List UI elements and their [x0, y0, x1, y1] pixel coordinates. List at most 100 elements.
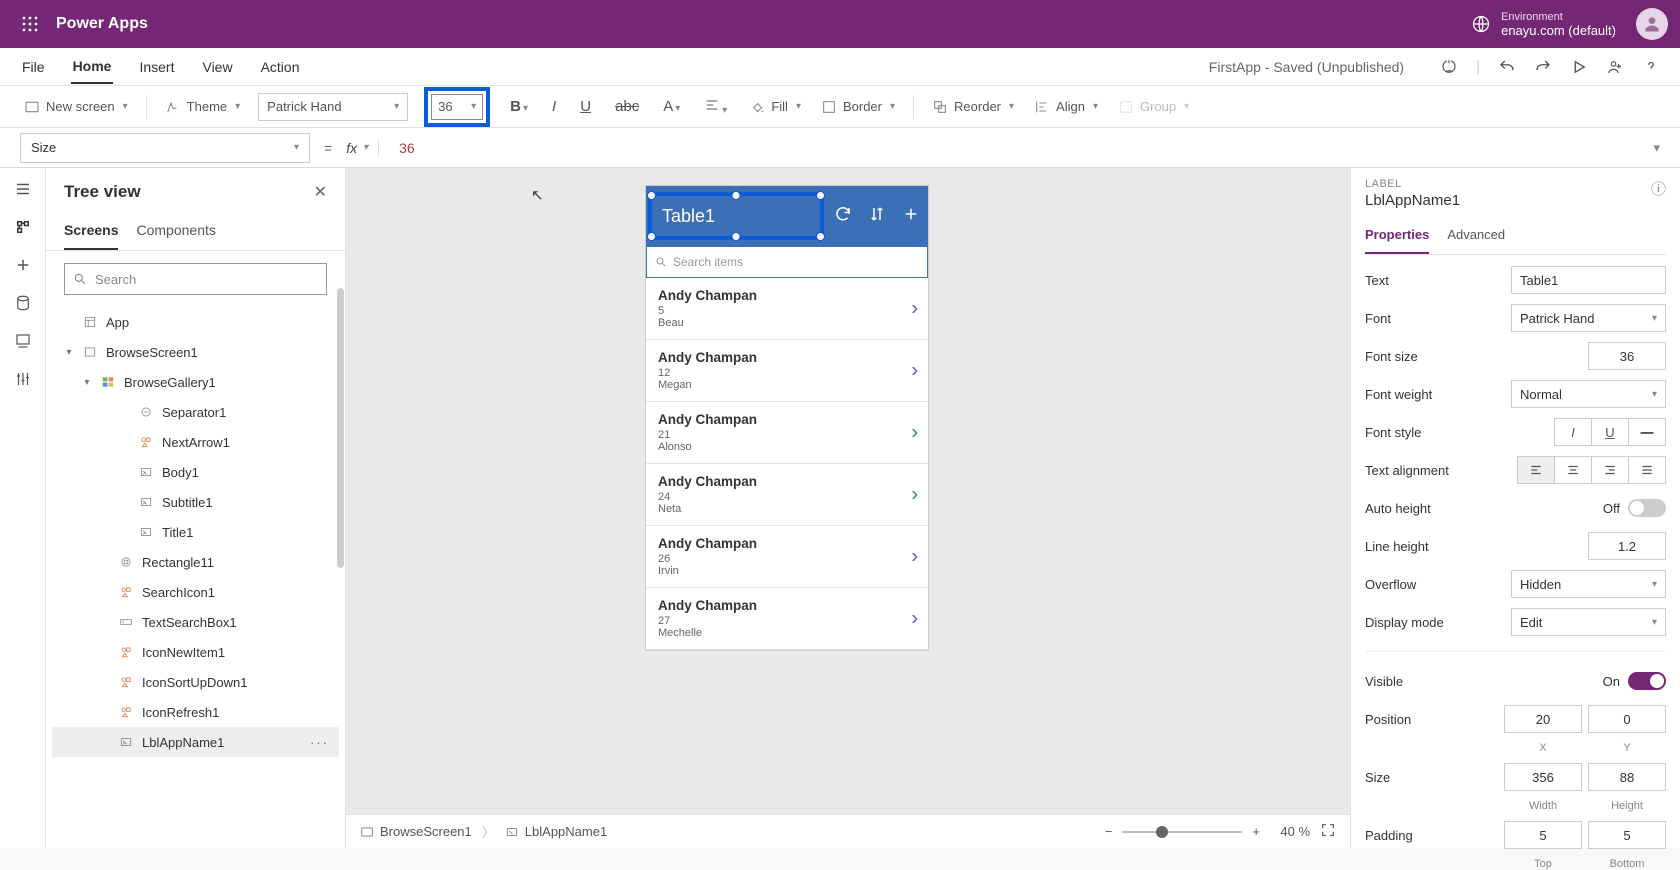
tree-item[interactable]: IconSortUpDown1: [52, 667, 339, 697]
tree-scrollbar-thumb[interactable]: [337, 288, 344, 568]
align-button[interactable]: Align▾: [1032, 95, 1100, 119]
prop-x-input[interactable]: 20: [1504, 705, 1582, 733]
new-screen-button[interactable]: New screen▾: [22, 95, 130, 119]
tree-item[interactable]: IconNewItem1: [52, 637, 339, 667]
prop-y-input[interactable]: 0: [1588, 705, 1666, 733]
font-size-select[interactable]: 36▾: [431, 94, 483, 120]
tree-item[interactable]: LblAppName1···: [52, 727, 339, 757]
fontstyle-strike-button[interactable]: —: [1628, 418, 1666, 446]
rail-insert-icon[interactable]: [14, 256, 32, 274]
prop-overflow-select[interactable]: Hidden▾: [1511, 570, 1666, 598]
menu-action[interactable]: Action: [259, 51, 302, 83]
align-right-button[interactable]: [1591, 456, 1629, 484]
refresh-icon[interactable]: [834, 205, 852, 228]
italic-button[interactable]: I: [548, 98, 560, 115]
tab-advanced[interactable]: Advanced: [1447, 219, 1505, 254]
help-icon[interactable]: [1642, 58, 1660, 76]
menu-view[interactable]: View: [200, 51, 234, 83]
breadcrumb-control[interactable]: LblAppName1: [505, 824, 607, 839]
breadcrumb-screen[interactable]: BrowseScreen1: [360, 824, 472, 839]
formula-expand-icon[interactable]: ▾: [1653, 140, 1660, 156]
canvas-area[interactable]: ↖ Table1 Search items Andy Champan 5: [346, 168, 1350, 848]
underline-button[interactable]: U: [576, 98, 595, 115]
tree-item[interactable]: NextArrow1: [52, 427, 339, 457]
share-icon[interactable]: [1606, 58, 1624, 76]
phone-search-input[interactable]: Search items: [646, 246, 928, 278]
gallery-item[interactable]: Andy Champan 26 Irvin ›: [646, 526, 928, 588]
prop-font-select[interactable]: Patrick Hand▾: [1511, 304, 1666, 332]
tree-item[interactable]: Title1: [52, 517, 339, 547]
chevron-right-icon[interactable]: ›: [911, 421, 918, 444]
zoom-in-button[interactable]: +: [1252, 824, 1260, 839]
prop-width-input[interactable]: 356: [1504, 763, 1582, 791]
align-justify-button[interactable]: [1628, 456, 1666, 484]
prop-fontweight-select[interactable]: Normal▾: [1511, 380, 1666, 408]
tree-item[interactable]: Rectangle11: [52, 547, 339, 577]
menu-file[interactable]: File: [20, 51, 47, 83]
selected-label-control[interactable]: Table1: [648, 192, 824, 240]
undo-icon[interactable]: [1498, 58, 1516, 76]
tree-item[interactable]: SearchIcon1: [52, 577, 339, 607]
font-family-select[interactable]: Patrick Hand▾: [258, 93, 408, 121]
prop-height-input[interactable]: 88: [1588, 763, 1666, 791]
gallery-item[interactable]: Andy Champan 21 Alonso ›: [646, 402, 928, 464]
chevron-right-icon[interactable]: ›: [911, 545, 918, 568]
user-avatar[interactable]: [1636, 8, 1668, 40]
rail-tree-icon[interactable]: [14, 218, 32, 236]
panel-help-icon[interactable]: ⓘ: [1651, 178, 1666, 199]
rail-advanced-icon[interactable]: [14, 370, 32, 388]
align-left-button[interactable]: [1517, 456, 1555, 484]
prop-text-input[interactable]: Table1: [1511, 266, 1666, 294]
tree-item[interactable]: ▾BrowseGallery1: [52, 367, 339, 397]
strikethrough-button[interactable]: abc: [611, 98, 643, 115]
fontstyle-underline-button[interactable]: U: [1591, 418, 1629, 446]
environment-picker[interactable]: Environment enayu.com (default): [1471, 11, 1616, 38]
prop-fontsize-input[interactable]: 36: [1588, 342, 1666, 370]
tree-item[interactable]: ▾BrowseScreen1: [52, 337, 339, 367]
bold-button[interactable]: B▾: [506, 98, 532, 115]
prop-displaymode-select[interactable]: Edit▾: [1511, 608, 1666, 636]
waffle-menu[interactable]: [12, 16, 48, 32]
sort-icon[interactable]: [868, 205, 886, 228]
fx-button[interactable]: fx▾: [346, 140, 379, 156]
formula-value[interactable]: 36: [393, 140, 415, 156]
tree-item[interactable]: Separator1: [52, 397, 339, 427]
visible-toggle[interactable]: [1628, 672, 1666, 690]
theme-button[interactable]: Theme▾: [163, 95, 243, 119]
gallery-item[interactable]: Andy Champan 5 Beau ›: [646, 278, 928, 340]
app-checker-icon[interactable]: [1440, 58, 1458, 76]
menu-home[interactable]: Home: [71, 50, 114, 84]
zoom-out-button[interactable]: −: [1105, 824, 1113, 839]
border-button[interactable]: Border▾: [819, 95, 897, 119]
rail-media-icon[interactable]: [14, 332, 32, 350]
tab-properties[interactable]: Properties: [1365, 219, 1429, 254]
prop-padtop-input[interactable]: 5: [1504, 821, 1582, 849]
gallery-item[interactable]: Andy Champan 27 Mechelle ›: [646, 588, 928, 650]
tab-screens[interactable]: Screens: [64, 214, 118, 250]
fill-button[interactable]: Fill▾: [747, 95, 803, 119]
redo-icon[interactable]: [1534, 58, 1552, 76]
fontstyle-italic-button[interactable]: I: [1554, 418, 1592, 446]
tree-item[interactable]: TextSearchBox1: [52, 607, 339, 637]
chevron-right-icon[interactable]: ›: [911, 483, 918, 506]
gallery-item[interactable]: Andy Champan 12 Megan ›: [646, 340, 928, 402]
fit-to-window-icon[interactable]: [1320, 822, 1336, 841]
tree-search-input[interactable]: Search: [64, 263, 327, 295]
close-tree-icon[interactable]: ✕: [314, 182, 327, 202]
zoom-slider[interactable]: [1122, 831, 1242, 833]
autoheight-toggle[interactable]: [1628, 499, 1666, 517]
gallery-item[interactable]: Andy Champan 24 Neta ›: [646, 464, 928, 526]
font-color-button[interactable]: A▾: [659, 98, 684, 115]
chevron-right-icon[interactable]: ›: [911, 359, 918, 382]
tree-item[interactable]: Body1: [52, 457, 339, 487]
property-selector[interactable]: Size▾: [20, 133, 310, 163]
chevron-right-icon[interactable]: ›: [911, 297, 918, 320]
prop-padbottom-input[interactable]: 5: [1588, 821, 1666, 849]
rail-data-icon[interactable]: [14, 294, 32, 312]
tree-item[interactable]: App: [52, 307, 339, 337]
tree-item-more-icon[interactable]: ···: [310, 735, 329, 750]
tab-components[interactable]: Components: [136, 214, 215, 250]
align-horizontal-button[interactable]: ▾: [700, 97, 731, 117]
chevron-right-icon[interactable]: ›: [911, 607, 918, 630]
reorder-button[interactable]: Reorder▾: [930, 95, 1016, 119]
